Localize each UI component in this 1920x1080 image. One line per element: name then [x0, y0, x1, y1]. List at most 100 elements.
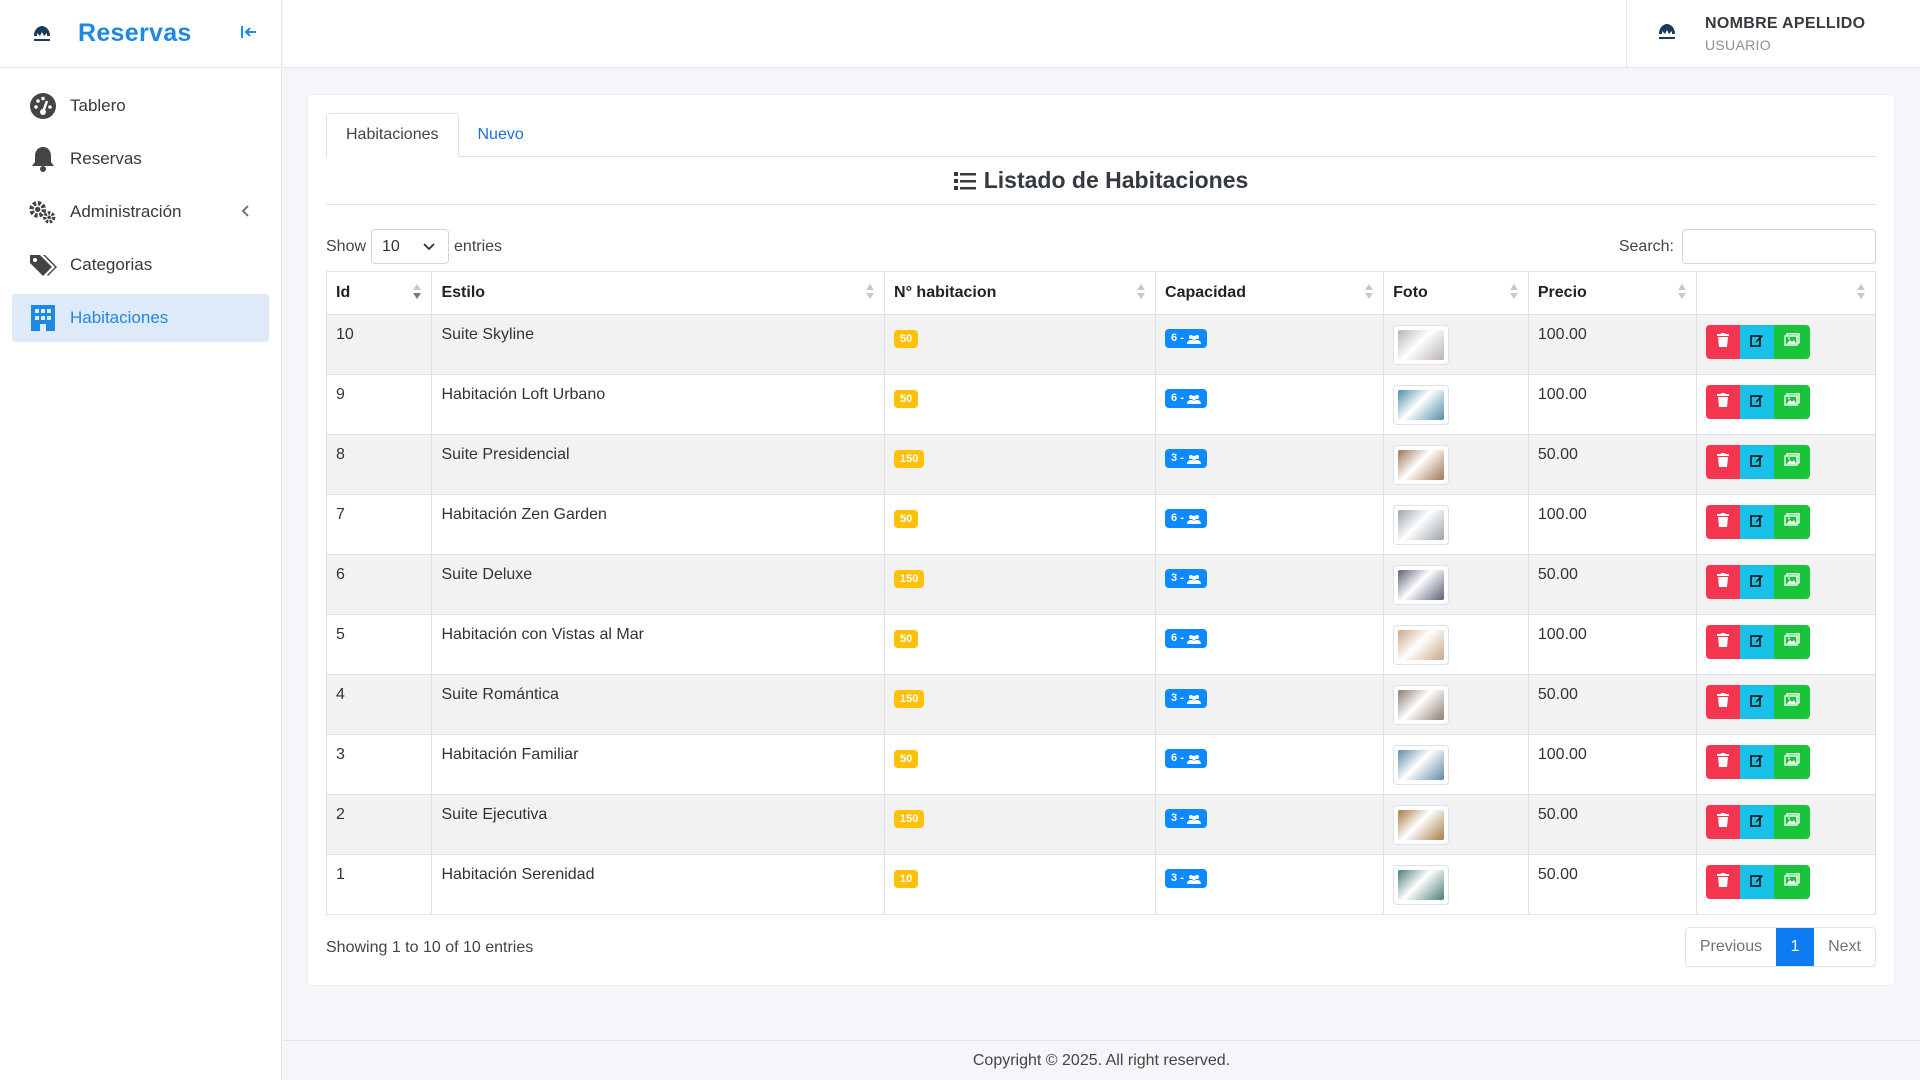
- chevron-down-icon: [422, 239, 436, 258]
- tab-nuevo[interactable]: Nuevo: [459, 113, 543, 157]
- images-button[interactable]: [1773, 865, 1810, 899]
- table-header-row: Id Estilo N° habitacion Capacidad Foto P…: [325, 271, 1877, 315]
- sidebar-item-tablero[interactable]: Tablero: [12, 82, 269, 130]
- sort-icon: [1137, 284, 1146, 302]
- col-actions[interactable]: [1695, 271, 1877, 315]
- user-menu[interactable]: NOMBRE APELLIDO USUARIO: [1626, 0, 1920, 68]
- cogs-icon: [28, 197, 58, 227]
- users-icon: [1186, 574, 1201, 584]
- chevron-left-icon: [241, 204, 251, 223]
- edit-icon: [1750, 333, 1764, 352]
- cell-precio: 50.00: [1527, 794, 1697, 855]
- page-1-button[interactable]: 1: [1776, 928, 1815, 966]
- room-photo[interactable]: [1393, 745, 1450, 785]
- edit-button[interactable]: [1739, 865, 1774, 899]
- users-icon: [1186, 334, 1201, 344]
- images-button[interactable]: [1773, 505, 1810, 539]
- delete-button[interactable]: [1705, 565, 1740, 599]
- sidebar-item-administracion[interactable]: Administración: [12, 188, 269, 236]
- capacity-badge: 3 -: [1165, 569, 1207, 588]
- edit-button[interactable]: [1739, 325, 1774, 359]
- delete-button[interactable]: [1705, 445, 1740, 479]
- images-button[interactable]: [1773, 325, 1810, 359]
- edit-button[interactable]: [1739, 625, 1774, 659]
- collapse-sidebar-icon[interactable]: [237, 20, 261, 44]
- images-button[interactable]: [1773, 565, 1810, 599]
- cell-actions: [1695, 314, 1877, 375]
- trash-icon: [1716, 812, 1729, 832]
- col-foto[interactable]: Foto: [1383, 271, 1529, 315]
- cell-id: 2: [325, 794, 433, 855]
- trash-icon: [1716, 752, 1729, 772]
- cell-estilo: Habitación Familiar: [431, 734, 886, 795]
- cell-actions: [1695, 734, 1877, 795]
- table-row: 3 Habitación Familiar 50 6 - 100.00: [325, 734, 1877, 795]
- images-button[interactable]: [1773, 745, 1810, 779]
- edit-button[interactable]: [1739, 805, 1774, 839]
- room-photo[interactable]: [1393, 385, 1450, 425]
- cell-estilo: Habitación con Vistas al Mar: [431, 614, 886, 675]
- room-photo[interactable]: [1393, 685, 1450, 725]
- delete-button[interactable]: [1705, 745, 1740, 779]
- edit-button[interactable]: [1739, 565, 1774, 599]
- col-id[interactable]: Id: [325, 271, 433, 315]
- images-button[interactable]: [1773, 625, 1810, 659]
- cell-capacidad: 6 -: [1155, 314, 1385, 375]
- col-estilo[interactable]: Estilo: [431, 271, 886, 315]
- images-button[interactable]: [1773, 445, 1810, 479]
- tab-bar: Habitaciones Nuevo: [326, 113, 1876, 157]
- cell-capacidad: 6 -: [1155, 734, 1385, 795]
- cell-habitacion: 50: [884, 314, 1157, 375]
- room-photo[interactable]: [1393, 505, 1450, 545]
- delete-button[interactable]: [1705, 865, 1740, 899]
- cell-actions: [1695, 434, 1877, 495]
- delete-button[interactable]: [1705, 805, 1740, 839]
- cell-foto: [1383, 854, 1529, 915]
- delete-button[interactable]: [1705, 625, 1740, 659]
- room-photo[interactable]: [1393, 805, 1450, 845]
- room-photo[interactable]: [1393, 865, 1450, 905]
- edit-button[interactable]: [1739, 745, 1774, 779]
- delete-button[interactable]: [1705, 325, 1740, 359]
- col-precio[interactable]: Precio: [1527, 271, 1697, 315]
- images-button[interactable]: [1773, 685, 1810, 719]
- avatar: [1655, 20, 1679, 49]
- sidebar-item-categorias[interactable]: Categorias: [12, 241, 269, 289]
- edit-button[interactable]: [1739, 505, 1774, 539]
- image-icon: [1784, 633, 1800, 651]
- cell-habitacion: 50: [884, 734, 1157, 795]
- cell-habitacion: 50: [884, 374, 1157, 435]
- cell-id: 3: [325, 734, 433, 795]
- search-input[interactable]: [1682, 229, 1876, 264]
- edit-button[interactable]: [1739, 385, 1774, 419]
- brand-title[interactable]: Reservas: [78, 19, 192, 48]
- table-row: 5 Habitación con Vistas al Mar 50 6 - 10…: [325, 614, 1877, 675]
- room-photo[interactable]: [1393, 325, 1450, 365]
- col-habitacion[interactable]: N° habitacion: [884, 271, 1157, 315]
- room-photo[interactable]: [1393, 625, 1450, 665]
- edit-button[interactable]: [1739, 685, 1774, 719]
- room-photo[interactable]: [1393, 565, 1450, 605]
- sidebar-item-reservas[interactable]: Reservas: [12, 135, 269, 183]
- previous-button[interactable]: Previous: [1686, 928, 1776, 966]
- users-icon: [1186, 454, 1201, 464]
- edit-button[interactable]: [1739, 445, 1774, 479]
- sidebar-item-habitaciones[interactable]: Habitaciones: [12, 294, 269, 342]
- col-capacidad[interactable]: Capacidad: [1155, 271, 1385, 315]
- rooms-table: Id Estilo N° habitacion Capacidad Foto P…: [325, 271, 1877, 915]
- page-size-select[interactable]: 10: [371, 229, 450, 264]
- delete-button[interactable]: [1705, 505, 1740, 539]
- images-button[interactable]: [1773, 385, 1810, 419]
- delete-button[interactable]: [1705, 385, 1740, 419]
- cell-habitacion: 50: [884, 614, 1157, 675]
- trash-icon: [1716, 572, 1729, 592]
- cell-estilo: Suite Skyline: [431, 314, 886, 375]
- room-photo[interactable]: [1393, 445, 1450, 485]
- tab-habitaciones[interactable]: Habitaciones: [326, 113, 459, 157]
- pagination: Previous 1 Next: [1684, 927, 1876, 967]
- images-button[interactable]: [1773, 805, 1810, 839]
- next-button[interactable]: Next: [1814, 928, 1875, 966]
- delete-button[interactable]: [1705, 685, 1740, 719]
- table-row: 8 Suite Presidencial 150 3 - 50.00: [325, 434, 1877, 495]
- search-label: Search:: [1618, 237, 1674, 255]
